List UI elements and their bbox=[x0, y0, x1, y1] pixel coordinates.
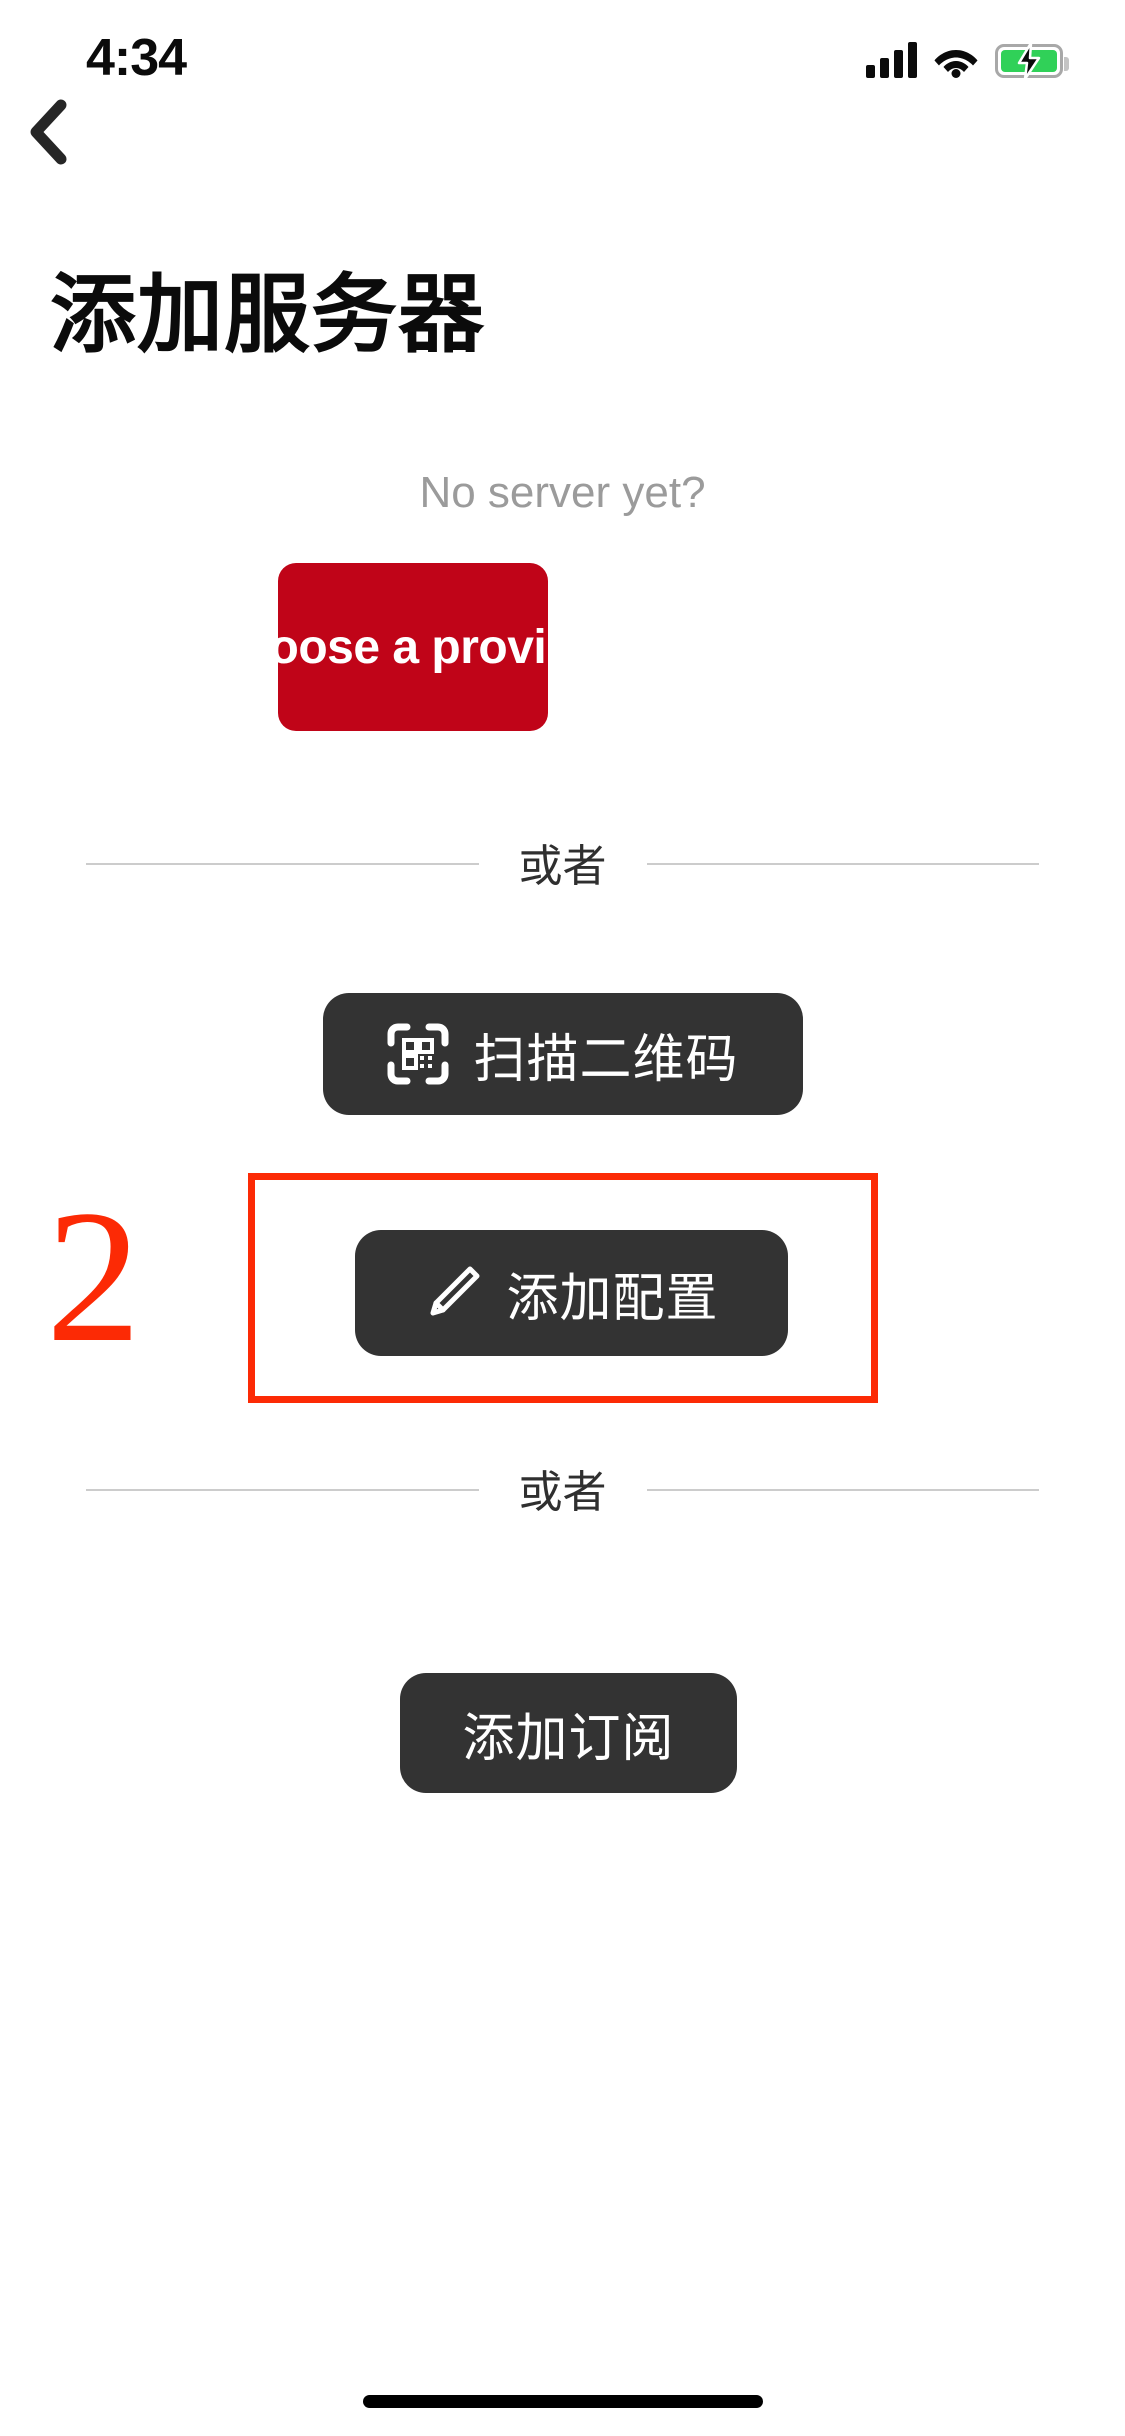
battery-charging-icon bbox=[995, 43, 1069, 79]
add-config-label: 添加配置 bbox=[506, 1269, 719, 1328]
choose-provider-button[interactable]: Choose a provider bbox=[207, 563, 620, 731]
add-subscription-button[interactable]: 添加订阅 bbox=[400, 1673, 737, 1793]
chevron-left-icon bbox=[30, 99, 67, 165]
status-bar-time: 4:34 bbox=[86, 29, 187, 87]
divider-bottom: 或者 bbox=[86, 1458, 1039, 1522]
qr-code-scan-icon bbox=[387, 1023, 449, 1085]
pencil-icon bbox=[430, 1266, 480, 1316]
scan-qr-button[interactable]: 扫描二维码 bbox=[323, 993, 803, 1115]
status-bar-indicators bbox=[866, 30, 1069, 79]
empty-state-text: No server yet? bbox=[419, 468, 706, 517]
divider-line-left-2 bbox=[86, 1489, 479, 1491]
wifi-icon bbox=[933, 42, 979, 78]
add-config-button[interactable]: 添加配置 bbox=[355, 1230, 788, 1356]
choose-provider-label: Choose a provider bbox=[206, 620, 620, 674]
add-subscription-label: 添加订阅 bbox=[462, 1709, 675, 1768]
scan-qr-label: 扫描二维码 bbox=[473, 1030, 739, 1089]
divider-top: 或者 bbox=[86, 832, 1039, 896]
divider-top-label: 或者 bbox=[518, 842, 607, 891]
divider-line-right-2 bbox=[646, 1489, 1039, 1491]
back-button[interactable] bbox=[12, 96, 84, 168]
divider-bottom-label: 或者 bbox=[518, 1468, 607, 1517]
divider-line-right bbox=[646, 863, 1039, 865]
status-bar: 4:34 bbox=[0, 0, 1125, 130]
annotation-step-number: 2 bbox=[46, 1172, 141, 1382]
home-indicator[interactable] bbox=[362, 2395, 763, 2408]
phone-screen: 4:34 添加服务器 No server yet? Choose a provi… bbox=[0, 0, 1125, 2436]
page-title: 添加服务器 bbox=[50, 267, 485, 363]
divider-line-left bbox=[86, 863, 479, 865]
cellular-signal-icon bbox=[866, 42, 917, 78]
